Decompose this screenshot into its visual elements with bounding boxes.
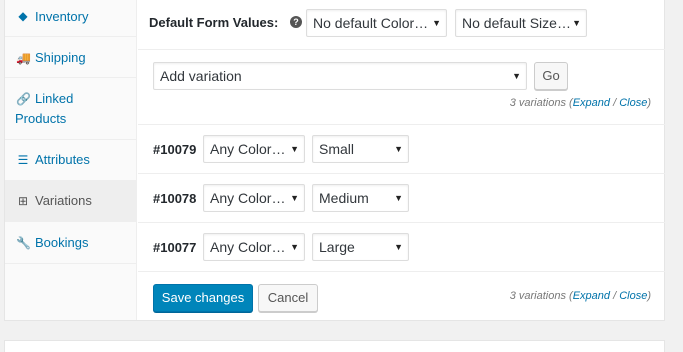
- variation-color-select[interactable]: Any Color… ▼: [203, 135, 305, 163]
- dropdown-arrow-icon: ▼: [290, 242, 299, 252]
- go-button[interactable]: Go: [534, 62, 568, 90]
- variation-color-select[interactable]: Any Color… ▼: [203, 184, 305, 212]
- divider: [138, 271, 665, 272]
- dropdown-arrow-icon: ▼: [432, 18, 441, 28]
- sidebar-item-label: Attributes: [35, 152, 90, 167]
- save-changes-button[interactable]: Save changes: [153, 284, 253, 312]
- default-form-values-label: Default Form Values:: [149, 15, 279, 30]
- close-link[interactable]: Close: [619, 290, 647, 302]
- divider: [138, 173, 665, 174]
- dropdown-arrow-icon: ▼: [572, 18, 581, 28]
- sidebar-item-variations[interactable]: ⊞ Variations: [5, 181, 136, 222]
- sidebar-item-label: Bookings: [35, 235, 89, 250]
- sidebar-item-inventory[interactable]: ◆ Inventory: [5, 0, 136, 37]
- dropdown-arrow-icon: ▼: [394, 193, 403, 203]
- variations-count-top: 3 variations (Expand / Close): [509, 97, 651, 109]
- truck-icon: 🚚: [16, 51, 31, 65]
- next-panel: [4, 340, 665, 352]
- divider: [138, 49, 665, 50]
- dropdown-arrow-icon: ▼: [512, 71, 521, 81]
- expand-link[interactable]: Expand: [573, 290, 610, 302]
- cancel-button[interactable]: Cancel: [258, 284, 318, 312]
- inventory-icon: ◆: [18, 9, 28, 23]
- variation-id: #10077: [153, 240, 197, 255]
- sidebar-item-linked-products[interactable]: 🔗 Linked Products: [5, 78, 136, 140]
- sidebar-item-label: Variations: [35, 193, 92, 208]
- wrench-icon: 🔧: [16, 236, 31, 250]
- sidebar-item-label: Inventory: [35, 9, 89, 24]
- variations-count-bottom: 3 variations (Expand / Close): [509, 290, 651, 302]
- product-data-panel: ◆ Inventory 🚚 Shipping 🔗 Linked Products…: [4, 0, 665, 321]
- divider: [138, 124, 665, 125]
- sidebar-item-label: Linked Products: [15, 91, 74, 126]
- close-link[interactable]: Close: [619, 97, 647, 109]
- sidebar-item-label: Shipping: [35, 50, 86, 65]
- help-icon[interactable]: ?: [290, 16, 302, 28]
- variation-id: #10078: [153, 191, 197, 206]
- variation-size-select[interactable]: Medium ▼: [312, 184, 409, 212]
- dropdown-arrow-icon: ▼: [290, 193, 299, 203]
- dropdown-arrow-icon: ▼: [394, 144, 403, 154]
- divider: [138, 222, 665, 223]
- variation-size-select[interactable]: Small ▼: [312, 135, 409, 163]
- dropdown-arrow-icon: ▼: [394, 242, 403, 252]
- variation-id: #10079: [153, 142, 197, 157]
- default-size-select[interactable]: No default Size… ▼: [455, 9, 587, 37]
- list-icon: ☰: [17, 153, 29, 167]
- variation-color-select[interactable]: Any Color… ▼: [203, 233, 305, 261]
- sidebar-item-shipping[interactable]: 🚚 Shipping: [5, 37, 136, 78]
- sidebar-item-attributes[interactable]: ☰ Attributes: [5, 140, 136, 181]
- variation-size-select[interactable]: Large ▼: [312, 233, 409, 261]
- product-data-tabs: ◆ Inventory 🚚 Shipping 🔗 Linked Products…: [5, 0, 137, 320]
- grid-icon: ⊞: [17, 194, 29, 208]
- sidebar-item-bookings[interactable]: 🔧 Bookings: [5, 222, 136, 264]
- expand-link[interactable]: Expand: [573, 97, 610, 109]
- variations-panel: Default Form Values: ? No default Color……: [138, 0, 665, 320]
- add-variation-select[interactable]: Add variation ▼: [153, 62, 527, 90]
- default-color-select[interactable]: No default Color… ▼: [306, 9, 447, 37]
- dropdown-arrow-icon: ▼: [290, 144, 299, 154]
